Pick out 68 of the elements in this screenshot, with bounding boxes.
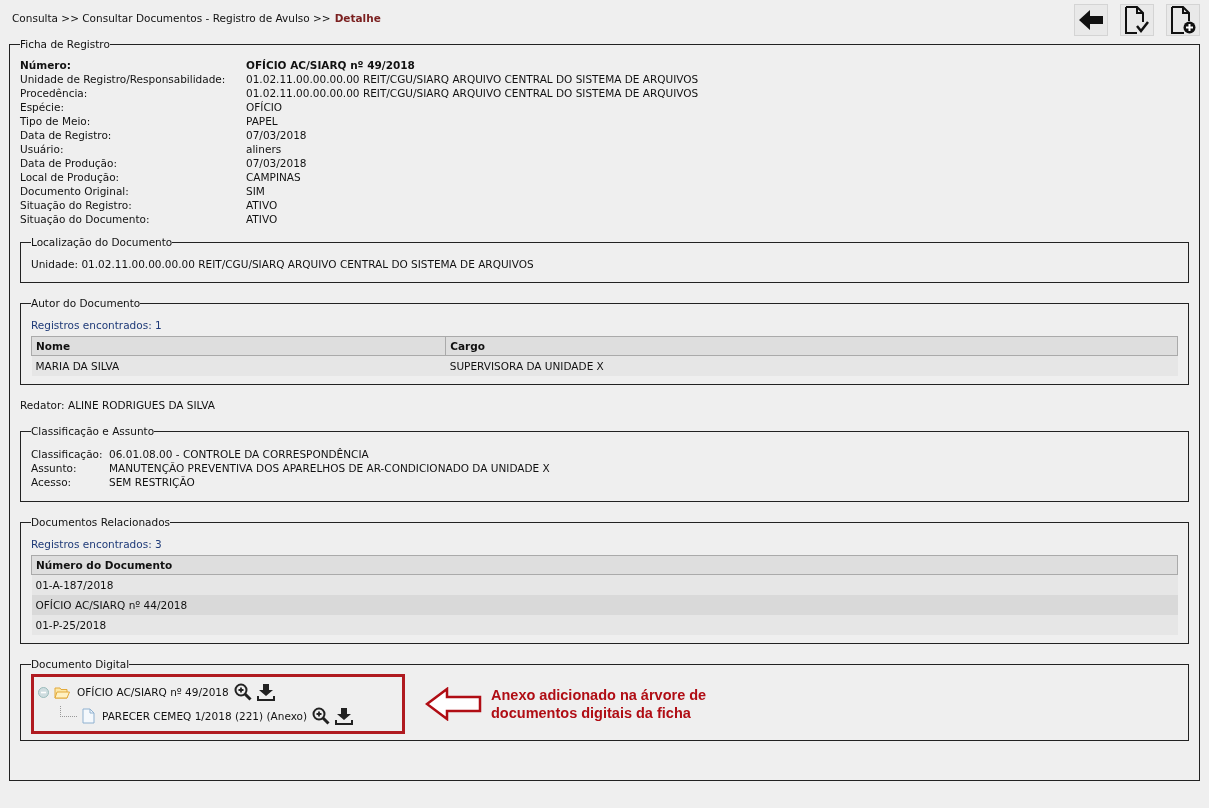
table-cell: MARIA DA SILVA — [31, 355, 446, 376]
records-count: Registros encontrados: 3 — [31, 538, 163, 550]
field-value: SEM RESTRIÇÃO — [109, 475, 196, 489]
field-label: Procedência: — [20, 86, 89, 100]
back-button[interactable] — [1074, 4, 1108, 36]
field-value: 07/03/2018 — [246, 128, 308, 142]
field-label: Data de Produção: — [20, 156, 119, 170]
field-label: Local de Produção: — [20, 170, 121, 184]
back-arrow-icon — [1078, 9, 1104, 31]
field-label: Documento Original: — [20, 184, 130, 198]
field-value: ATIVO — [246, 198, 279, 212]
panel-legend: Localização do Documento — [31, 236, 173, 248]
callout-arrow-icon — [425, 687, 483, 721]
table-cell: SUPERVISORA DA UNIDADE X — [445, 355, 1178, 376]
document-check-icon — [1124, 6, 1150, 34]
field-value: MANUTENÇÃO PREVENTIVA DOS APARELHOS DE AR-CONDICIONADO DA UNIDADE X — [109, 461, 551, 475]
column-header: Nome — [31, 336, 446, 356]
table-cell: OFÍCIO AC/SIARQ nº 44/2018 — [31, 595, 1178, 615]
field-label: Unidade: — [31, 258, 79, 270]
zoom-in-icon[interactable] — [312, 707, 331, 725]
field-value: 06.01.08.00 - CONTROLE DA CORRESPONDÊNCIA — [109, 447, 370, 461]
field-value: OFÍCIO — [246, 100, 284, 114]
field-label: Unidade de Registro/Responsabilidade: — [20, 72, 227, 86]
field-value: 07/03/2018 — [246, 156, 308, 170]
download-icon[interactable] — [335, 707, 354, 725]
panel-legend: Ficha de Registro — [20, 38, 110, 50]
callout-note: Anexo adicionado na árvore de documentos digitais da ficha — [491, 686, 708, 722]
field-value: aliners — [246, 142, 283, 156]
field-label: Situação do Registro: — [20, 198, 133, 212]
field-value: 01.02.11.00.00.00.00 REIT/CGU/SIARQ ARQUIVO CENTRAL DO SISTEMA DE ARQUIVOS — [246, 86, 700, 100]
field-value: 01.02.11.00.00.00.00 REIT/CGU/SIARQ ARQUIVO CENTRAL DO SISTEMA DE ARQUIVOS — [81, 258, 534, 270]
add-document-button[interactable] — [1166, 4, 1200, 36]
field-value: ATIVO — [246, 212, 279, 226]
breadcrumb-path: Consulta >> Consultar Documentos - Registro de Avulso >> — [12, 12, 331, 24]
table-cell: 01-A-187/2018 — [31, 574, 1178, 595]
field-value: ALINE RODRIGUES DA SILVA — [67, 399, 215, 411]
field-value: PAPEL — [246, 114, 279, 128]
breadcrumb-current: Detalhe — [334, 12, 381, 24]
file-icon — [82, 708, 95, 724]
field-label: Número: — [20, 58, 72, 72]
field-label: Redator: — [20, 399, 65, 411]
table-cell: 01-P-25/2018 — [31, 615, 1178, 635]
field-label: Classificação: — [31, 447, 104, 461]
field-value: SIM — [246, 184, 266, 198]
panel-legend: Documentos Relacionados — [31, 516, 171, 528]
field-label: Situação do Documento: — [20, 212, 151, 226]
field-value: OFÍCIO AC/SIARQ nº 49/2018 — [246, 58, 416, 72]
tree-item[interactable]: OFÍCIO AC/SIARQ nº 49/2018 — [77, 686, 229, 698]
panel-legend: Documento Digital — [31, 658, 130, 670]
column-header: Número do Documento — [31, 555, 1178, 575]
column-header: Cargo — [445, 336, 1178, 356]
field-label: Data de Registro: — [20, 128, 113, 142]
field-label: Usuário: — [20, 142, 65, 156]
panel-legend: Autor do Documento — [31, 297, 141, 309]
field-value: 01.02.11.00.00.00.00 REIT/CGU/SIARQ ARQUIVO CENTRAL DO SISTEMA DE ARQUIVOS — [246, 72, 700, 86]
download-icon[interactable] — [256, 683, 275, 701]
tree-item[interactable]: PARECER CEMEQ 1/2018 (221) (Anexo) — [102, 710, 308, 722]
records-count: Registros encontrados: 1 — [31, 319, 163, 331]
zoom-in-icon[interactable] — [233, 683, 252, 701]
field-label: Tipo de Meio: — [20, 114, 92, 128]
field-label: Acesso: — [31, 475, 73, 489]
field-label: Espécie: — [20, 100, 65, 114]
document-add-icon — [1170, 6, 1196, 34]
folder-icon — [54, 685, 70, 699]
panel-legend: Classificação e Assunto — [31, 425, 155, 437]
field-label: Assunto: — [31, 461, 78, 475]
confirm-document-button[interactable] — [1120, 4, 1154, 36]
field-value: CAMPINAS — [246, 170, 302, 184]
